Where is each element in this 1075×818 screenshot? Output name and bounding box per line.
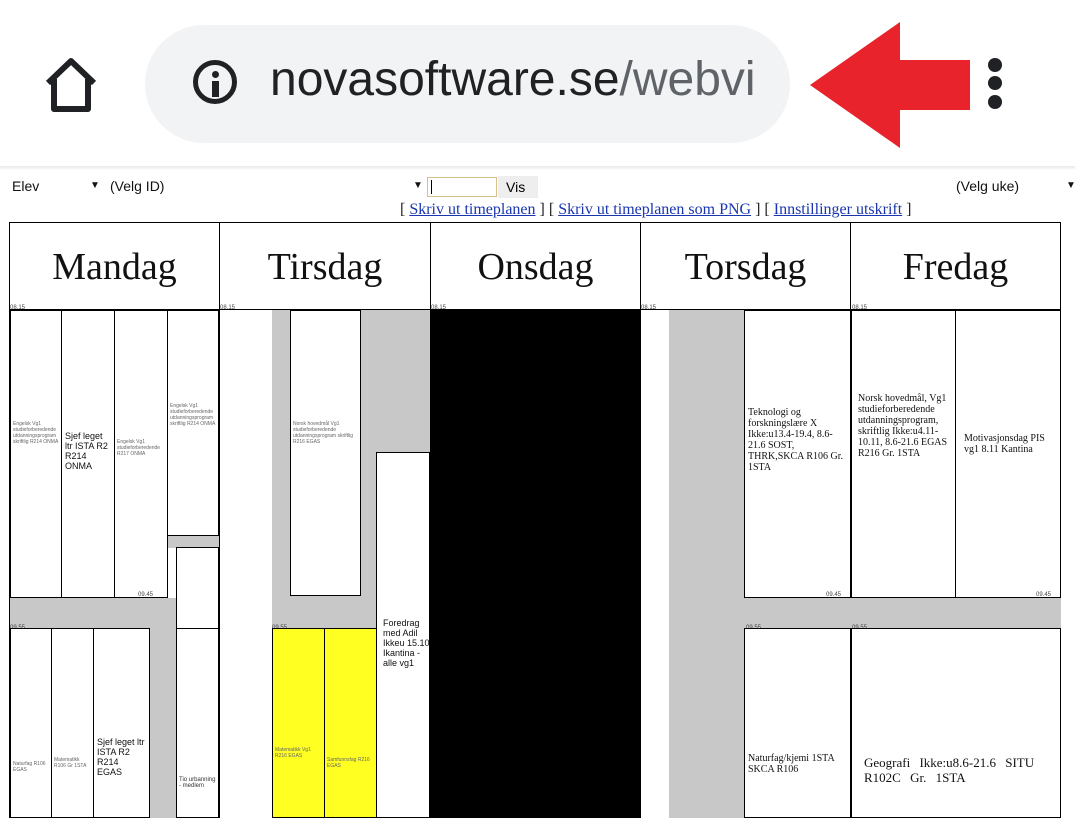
lesson-text: Teknologi og forskningslære X Ikke:u13.4… <box>748 407 844 473</box>
week-input[interactable] <box>427 177 497 197</box>
lesson-block[interactable]: Motivasjonsdag PIS vg1 8.11 Kantina <box>955 310 1061 598</box>
week-select-value: (Velg uke) <box>956 178 1020 194</box>
lesson-text: Norsk hovedmål, Vg1 studieforberedende u… <box>858 393 948 459</box>
break-bar <box>851 598 1061 628</box>
onsdag-blocked <box>431 310 640 818</box>
print-links: [ Skriv ut timeplanen ] [ Skriv ut timep… <box>400 201 912 218</box>
break-bar <box>669 310 745 818</box>
lesson-block[interactable]: Norsk hovedmål, Vg1 studieforberedende u… <box>851 310 956 598</box>
lesson-block[interactable]: Naturfag R106 EGAS <box>10 628 52 818</box>
chevron-down-icon: ▼ <box>90 180 100 191</box>
browser-toolbar: novasoftware.se/webvi <box>0 0 1075 170</box>
lesson-block[interactable]: Norsk hovedmål Vg1 studieforberedende ut… <box>290 310 361 596</box>
time-label: 08.15 <box>641 305 657 311</box>
lesson-block[interactable]: Naturfag/kjemi 1STA SKCA R106 <box>744 628 851 818</box>
lesson-text: Sjef leget ltr ISTA R2 R214 ONMA <box>65 431 108 471</box>
lesson-block[interactable]: Teknologi og forskningslære X Ikke:u13.4… <box>744 310 851 598</box>
type-select[interactable]: Elev <box>8 176 103 197</box>
url-text[interactable]: novasoftware.se/webvi <box>270 40 765 130</box>
break-bar <box>10 598 176 628</box>
lesson-block[interactable]: Sjef leget ltr ISTA R2 R214 EGAS <box>93 628 150 818</box>
settings-link[interactable]: Innstillinger utskrift <box>774 201 902 218</box>
day-header-fredag: Fredag <box>850 222 1061 310</box>
chevron-down-icon: ▼ <box>413 180 423 191</box>
break-bar <box>744 598 851 628</box>
day-header-mandag: Mandag <box>9 222 220 310</box>
lesson-block[interactable]: Sjef leget ltr ISTA R2 R214 ONMA <box>61 310 115 598</box>
red-arrow-icon <box>810 22 970 148</box>
info-icon[interactable] <box>193 60 237 104</box>
lesson-block-highlighted[interactable]: Matematikk Vg1 R216 EGAS <box>272 628 325 818</box>
day-header-tirsdag: Tirsdag <box>219 222 431 310</box>
url-host: novasoftware.se <box>270 53 620 106</box>
lesson-block[interactable]: Engelsk Vg1 studieforberedende utdanning… <box>167 310 219 536</box>
lesson-text: Sjef leget ltr ISTA R2 R214 EGAS <box>97 737 145 777</box>
url-path: /webvi <box>619 53 756 106</box>
week-select[interactable]: (Velg uke) <box>952 176 1075 197</box>
lesson-block[interactable]: Matematikk R106 Gr 1STA <box>51 628 94 818</box>
lesson-block[interactable]: Engelsk Vg1 studieforberedende utdanning… <box>10 310 62 598</box>
chrome-divider <box>0 166 1075 170</box>
lesson-block[interactable]: Tio urbanning - medlem <box>176 628 219 818</box>
chevron-down-icon: ▼ <box>1066 180 1075 191</box>
lesson-text: Foredrag med Adil Ikkeu 15.10 Ikantina -… <box>383 618 430 668</box>
column-line <box>640 310 641 818</box>
lesson-block[interactable]: Geografi Ikke:u8.6-21.6 SITU R102C Gr. 1… <box>851 628 1061 818</box>
print-png-link[interactable]: Skriv ut timeplanen som PNG <box>558 201 751 218</box>
lesson-text: Naturfag/kjemi 1STA SKCA R106 <box>748 753 835 775</box>
lesson-block[interactable]: Engelsk Vg1 studieforberedende R217 ONMA <box>114 310 168 598</box>
time-label: 09.45 <box>1036 592 1052 598</box>
lesson-text: Geografi Ikke:u8.6-21.6 SITU R102C Gr. 1… <box>864 755 1035 785</box>
day-header-torsdag: Torsdag <box>640 222 851 310</box>
vis-button[interactable]: Vis <box>498 176 538 198</box>
lesson-block-highlighted[interactable]: Samfunnsfag R216 EGAS <box>324 628 377 818</box>
id-select[interactable]: (Velg ID) <box>106 176 424 197</box>
lesson-text: Motivasjonsdag PIS vg1 8.11 Kantina <box>964 433 1045 455</box>
print-link[interactable]: Skriv ut timeplanen <box>409 201 535 218</box>
day-header-onsdag: Onsdag <box>430 222 641 310</box>
home-icon[interactable] <box>40 55 102 115</box>
id-select-value: (Velg ID) <box>110 178 165 194</box>
lesson-text: Tio urbanning - medlem <box>179 777 216 789</box>
type-select-value: Elev <box>12 178 40 194</box>
break-bar <box>150 628 176 818</box>
empty-slot <box>220 310 272 818</box>
time-label: 09.45 <box>826 592 842 598</box>
time-label: 09.45 <box>138 592 154 598</box>
